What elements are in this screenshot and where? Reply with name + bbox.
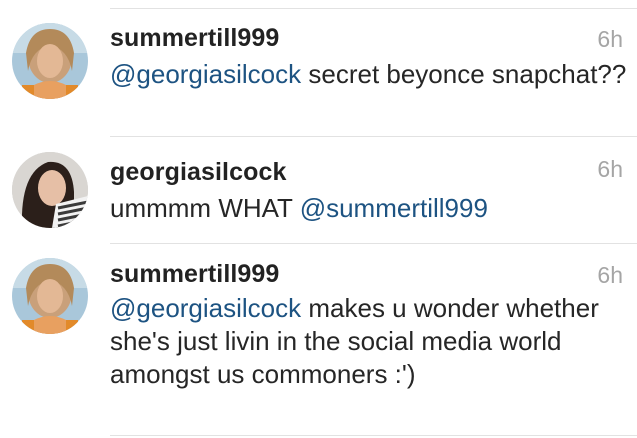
username[interactable]: summertill999 [110,260,279,289]
timestamp: 6h [597,156,623,182]
comment-body: secret beyonce snapchat?? [301,59,627,89]
comment-text: ummmm WHAT @summertill999 [110,192,630,225]
mention-link[interactable]: @georgiasilcock [110,59,301,89]
mention-link[interactable]: @georgiasilcock [110,293,301,323]
comment-text: @georgiasilcock makes u wonder whether s… [110,292,630,391]
avatar[interactable] [12,23,88,99]
comment-text: @georgiasilcock secret beyonce snapchat?… [110,58,630,91]
divider [110,136,637,137]
avatar-image [12,23,88,99]
mention-link[interactable]: @summertill999 [300,193,488,223]
timestamp: 6h [597,262,623,288]
username[interactable]: summertill999 [110,24,279,53]
avatar-image [12,258,88,334]
avatar[interactable] [12,258,88,334]
divider [110,243,637,244]
avatar-image [12,152,88,228]
divider [110,435,637,436]
comment-body: ummmm WHAT [110,193,300,223]
username[interactable]: georgiasilcock [110,158,286,187]
timestamp: 6h [597,26,623,52]
divider-top [110,8,637,9]
avatar[interactable] [12,152,88,228]
